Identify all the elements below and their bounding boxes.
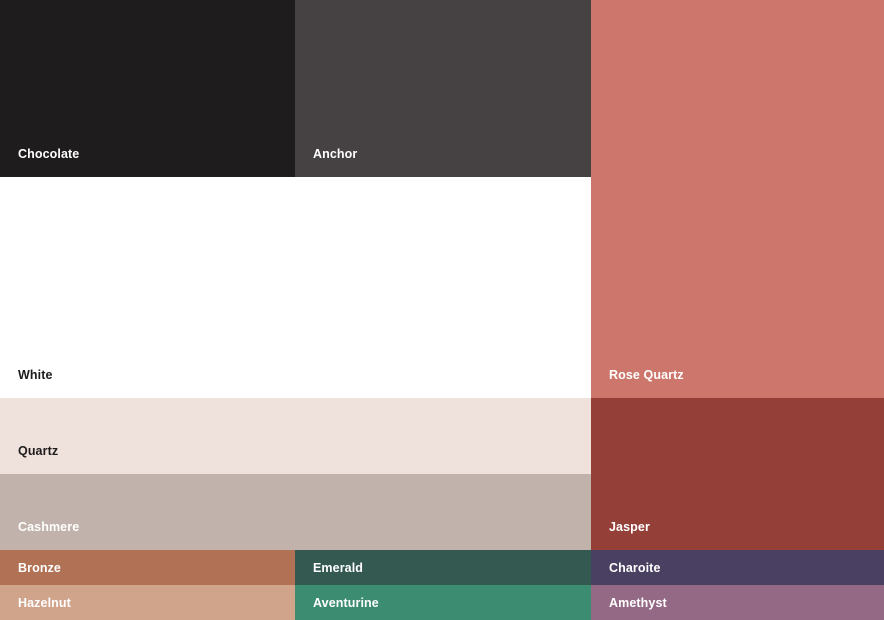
swatch-white: White [0,177,591,398]
swatch-label-white: White [18,368,53,382]
swatch-amethyst: Amethyst [591,585,884,620]
swatch-cashmere: Cashmere [0,474,591,550]
swatch-aventurine: Aventurine [295,585,591,620]
swatch-label-bronze: Bronze [18,561,61,575]
swatch-rose-quartz: Rose Quartz [591,0,884,398]
swatch-charoite: Charoite [591,550,884,585]
swatch-quartz: Quartz [0,398,591,474]
color-palette: Chocolate Anchor Rose Quartz White Quart… [0,0,884,620]
swatch-label-quartz: Quartz [18,444,59,458]
swatch-label-amethyst: Amethyst [609,596,667,610]
swatch-hazelnut: Hazelnut [0,585,295,620]
swatch-label-rose-quartz: Rose Quartz [609,368,684,382]
swatch-label-anchor: Anchor [313,147,358,161]
swatch-label-emerald: Emerald [313,561,364,575]
swatch-label-chocolate: Chocolate [18,147,80,161]
swatch-label-charoite: Charoite [609,561,661,575]
swatch-bronze: Bronze [0,550,295,585]
swatch-chocolate: Chocolate [0,0,295,177]
swatch-label-aventurine: Aventurine [313,596,379,610]
swatch-label-cashmere: Cashmere [18,520,80,534]
swatch-label-jasper: Jasper [609,520,650,534]
swatch-anchor: Anchor [295,0,591,177]
swatch-label-hazelnut: Hazelnut [18,596,71,610]
swatch-jasper: Jasper [591,398,884,550]
swatch-emerald: Emerald [295,550,591,585]
